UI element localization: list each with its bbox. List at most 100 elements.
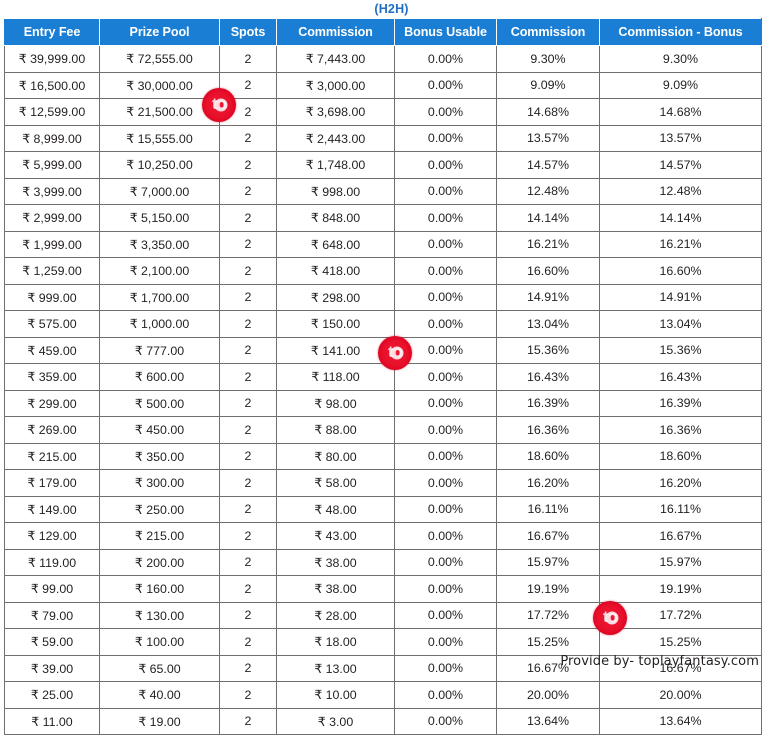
cell-commission: ₹ 7,443.00 xyxy=(276,45,395,73)
cell-entry-fee: ₹ 8,999.00 xyxy=(4,124,100,152)
column-header-commission-minus-bonus[interactable]: Commission - Bonus xyxy=(599,18,762,46)
page-root: (H2H) Entry Fee Prize Pool Spots Commiss… xyxy=(0,0,765,735)
cell-prize-pool: ₹ 130.00 xyxy=(99,601,220,629)
table-row[interactable]: ₹ 5,999.00 ₹ 10,250.00 2 ₹ 1,748.00 0.00% 14.… xyxy=(4,151,762,179)
table-row[interactable]: ₹ 299.00 ₹ 500.00 2 ₹ 98.00 0.00% 16.39% 16.39… xyxy=(4,389,762,417)
table-row[interactable]: ₹ 269.00 ₹ 450.00 2 ₹ 88.00 0.00% 16.36% 16.36… xyxy=(4,416,762,444)
cell-entry-fee: ₹ 215.00 xyxy=(4,442,100,470)
cell-commission-percent: 15.36% xyxy=(496,336,600,364)
table-row[interactable]: ₹ 999.00 ₹ 1,700.00 2 ₹ 298.00 0.00% 14.91% 14… xyxy=(4,283,762,311)
cell-spots: 2 xyxy=(219,681,277,709)
table-row[interactable]: ₹ 149.00 ₹ 250.00 2 ₹ 48.00 0.00% 16.11% 16.11… xyxy=(4,495,762,523)
table-row[interactable]: ₹ 8,999.00 ₹ 15,555.00 2 ₹ 2,443.00 0.00% 13.… xyxy=(4,124,762,152)
table-row[interactable]: ₹ 359.00 ₹ 600.00 2 ₹ 118.00 0.00% 16.43% 16.4… xyxy=(4,363,762,391)
column-header-entry-fee[interactable]: Entry Fee xyxy=(4,18,100,46)
column-header-bonus-usable[interactable]: Bonus Usable xyxy=(394,18,497,46)
cell-commission-minus-bonus: 16.36% xyxy=(599,416,762,444)
table-row[interactable]: ₹ 3,999.00 ₹ 7,000.00 2 ₹ 998.00 0.00% 12.48%… xyxy=(4,177,762,205)
cell-spots: 2 xyxy=(219,283,277,311)
cell-prize-pool: ₹ 1,700.00 xyxy=(99,283,220,311)
cell-prize-pool: ₹ 160.00 xyxy=(99,575,220,603)
cell-spots: 2 xyxy=(219,257,277,285)
cell-commission-minus-bonus: 16.43% xyxy=(599,363,762,391)
cell-bonus-usable: 0.00% xyxy=(394,575,497,603)
table-row[interactable]: ₹ 1,999.00 ₹ 3,350.00 2 ₹ 648.00 0.00% 16.21%… xyxy=(4,230,762,258)
table-row[interactable]: ₹ 99.00 ₹ 160.00 2 ₹ 38.00 0.00% 19.19% 19.19% xyxy=(4,575,762,603)
page-title: (H2H) xyxy=(374,2,409,16)
cell-prize-pool: ₹ 250.00 xyxy=(99,495,220,523)
column-header-commission-percent[interactable]: Commission xyxy=(496,18,600,46)
column-header-prize-pool[interactable]: Prize Pool xyxy=(99,18,220,46)
cell-entry-fee: ₹ 179.00 xyxy=(4,469,100,497)
cell-commission-percent: 15.97% xyxy=(496,548,600,576)
cell-entry-fee: ₹ 11.00 xyxy=(4,707,100,735)
cell-bonus-usable: 0.00% xyxy=(394,389,497,417)
cell-commission-minus-bonus: 14.68% xyxy=(599,98,762,126)
cell-spots: 2 xyxy=(219,204,277,232)
cell-commission: ₹ 1,748.00 xyxy=(276,151,395,179)
table-row[interactable]: ₹ 79.00 ₹ 130.00 2 ₹ 28.00 0.00% 17.72% 17.72% xyxy=(4,601,762,629)
cell-commission-percent: 9.09% xyxy=(496,71,600,99)
cell-commission: ₹ 88.00 xyxy=(276,416,395,444)
cell-commission: ₹ 3.00 xyxy=(276,707,395,735)
cell-spots: 2 xyxy=(219,336,277,364)
table-row[interactable]: ₹ 459.00 ₹ 777.00 2 ₹ 141.00 0.00% 15.36% 15.3… xyxy=(4,336,762,364)
table-row[interactable]: ₹ 11.00 ₹ 19.00 2 ₹ 3.00 0.00% 13.64% 13.64% xyxy=(4,707,762,735)
cell-commission-minus-bonus: 14.57% xyxy=(599,151,762,179)
cell-commission-minus-bonus: 14.91% xyxy=(599,283,762,311)
table-row[interactable]: ₹ 179.00 ₹ 300.00 2 ₹ 58.00 0.00% 16.20% 16.20… xyxy=(4,469,762,497)
table-row[interactable]: ₹ 25.00 ₹ 40.00 2 ₹ 10.00 0.00% 20.00% 20.00% xyxy=(4,681,762,709)
table-header: Entry Fee Prize Pool Spots Commission Bo… xyxy=(4,18,762,46)
cell-commission: ₹ 43.00 xyxy=(276,522,395,550)
cell-commission-percent: 20.00% xyxy=(496,681,600,709)
cell-commission-minus-bonus: 19.19% xyxy=(599,575,762,603)
cell-bonus-usable: 0.00% xyxy=(394,495,497,523)
table-row[interactable]: ₹ 12,599.00 ₹ 21,500.00 2 ₹ 3,698.00 0.00% 14… xyxy=(4,98,762,126)
cell-commission: ₹ 298.00 xyxy=(276,283,395,311)
cell-entry-fee: ₹ 359.00 xyxy=(4,363,100,391)
cell-commission-percent: 12.48% xyxy=(496,177,600,205)
cell-prize-pool: ₹ 1,000.00 xyxy=(99,310,220,338)
cell-commission: ₹ 141.00 xyxy=(276,336,395,364)
cell-prize-pool: ₹ 300.00 xyxy=(99,469,220,497)
table-row[interactable]: ₹ 129.00 ₹ 215.00 2 ₹ 43.00 0.00% 16.67% 16.67… xyxy=(4,522,762,550)
cell-spots: 2 xyxy=(219,628,277,656)
cell-spots: 2 xyxy=(219,71,277,99)
table-row[interactable]: ₹ 1,259.00 ₹ 2,100.00 2 ₹ 418.00 0.00% 16.60%… xyxy=(4,257,762,285)
table-row[interactable]: ₹ 39,999.00 ₹ 72,555.00 2 ₹ 7,443.00 0.00% 9.… xyxy=(4,45,762,73)
cell-prize-pool: ₹ 3,350.00 xyxy=(99,230,220,258)
cell-spots: 2 xyxy=(219,363,277,391)
cell-commission-percent: 15.25% xyxy=(496,628,600,656)
cell-entry-fee: ₹ 2,999.00 xyxy=(4,204,100,232)
table-row[interactable]: ₹ 119.00 ₹ 200.00 2 ₹ 38.00 0.00% 15.97% 15.97… xyxy=(4,548,762,576)
table-row[interactable]: ₹ 59.00 ₹ 100.00 2 ₹ 18.00 0.00% 15.25% 15.25% xyxy=(4,628,762,656)
cell-commission-percent: 16.11% xyxy=(496,495,600,523)
cell-spots: 2 xyxy=(219,707,277,735)
table-row[interactable]: ₹ 2,999.00 ₹ 5,150.00 2 ₹ 848.00 0.00% 14.14%… xyxy=(4,204,762,232)
cell-commission-minus-bonus: 16.60% xyxy=(599,257,762,285)
cell-commission-percent: 16.43% xyxy=(496,363,600,391)
cell-commission: ₹ 48.00 xyxy=(276,495,395,523)
cell-commission: ₹ 418.00 xyxy=(276,257,395,285)
cell-spots: 2 xyxy=(219,310,277,338)
table-row[interactable]: ₹ 575.00 ₹ 1,000.00 2 ₹ 150.00 0.00% 13.04% 13… xyxy=(4,310,762,338)
cell-commission-minus-bonus: 13.04% xyxy=(599,310,762,338)
cell-commission: ₹ 38.00 xyxy=(276,575,395,603)
cell-prize-pool: ₹ 215.00 xyxy=(99,522,220,550)
table-row[interactable]: ₹ 215.00 ₹ 350.00 2 ₹ 80.00 0.00% 18.60% 18.60… xyxy=(4,442,762,470)
cell-commission: ₹ 98.00 xyxy=(276,389,395,417)
cell-commission-percent: 16.36% xyxy=(496,416,600,444)
cell-prize-pool: ₹ 40.00 xyxy=(99,681,220,709)
column-header-commission[interactable]: Commission xyxy=(276,18,395,46)
table-row[interactable]: ₹ 16,500.00 ₹ 30,000.00 2 ₹ 3,000.00 0.00% 9.… xyxy=(4,71,762,99)
cell-commission-percent: 9.30% xyxy=(496,45,600,73)
cell-prize-pool: ₹ 600.00 xyxy=(99,363,220,391)
cell-prize-pool: ₹ 500.00 xyxy=(99,389,220,417)
cell-bonus-usable: 0.00% xyxy=(394,416,497,444)
cell-prize-pool: ₹ 21,500.00 xyxy=(99,98,220,126)
cell-commission: ₹ 998.00 xyxy=(276,177,395,205)
cell-prize-pool: ₹ 350.00 xyxy=(99,442,220,470)
cell-entry-fee: ₹ 459.00 xyxy=(4,336,100,364)
cell-bonus-usable: 0.00% xyxy=(394,336,497,364)
column-header-spots[interactable]: Spots xyxy=(219,18,277,46)
